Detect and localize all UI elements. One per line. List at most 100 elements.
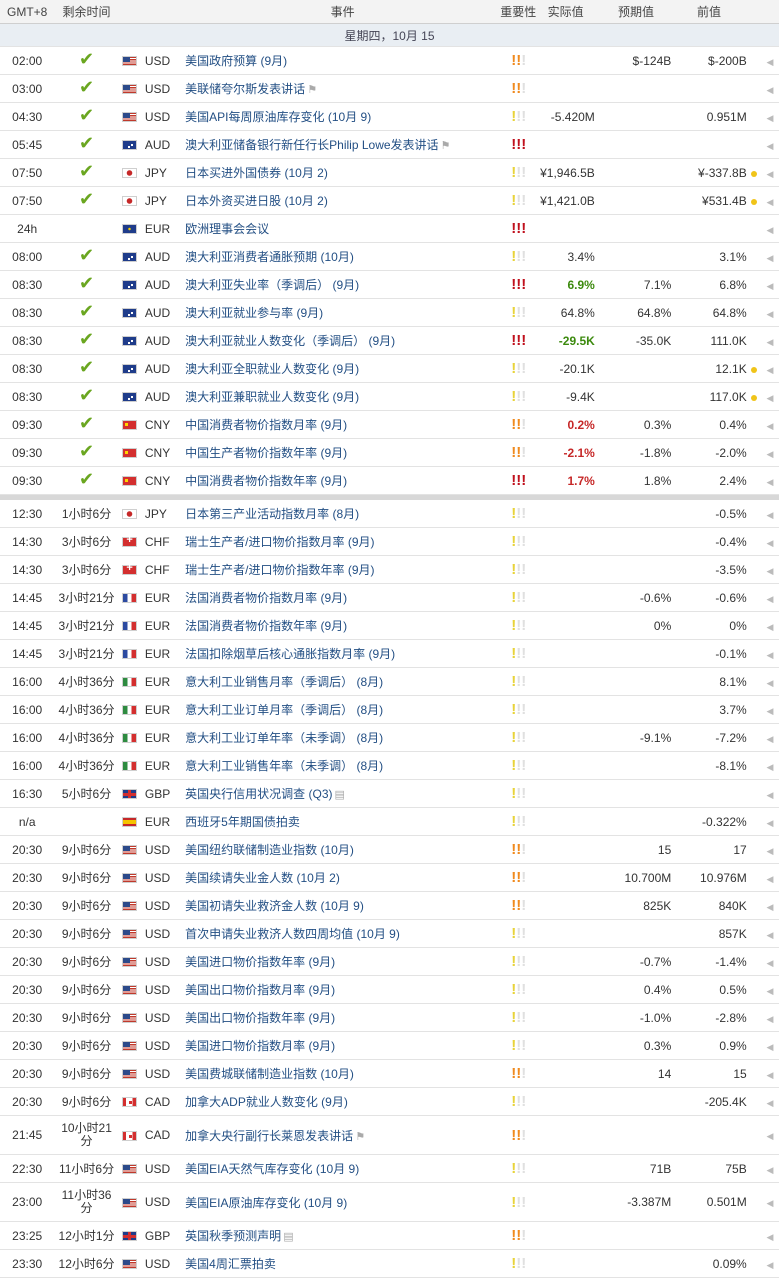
event-link[interactable]: 法国扣除烟草后核心通胀指数月率 (9月) bbox=[185, 647, 395, 661]
table-row[interactable]: 23:00 11小时36分 USD 美国EIA原油库存变化 (10月 9)!!! -3.… bbox=[0, 1182, 779, 1222]
expand-arrow-icon[interactable]: ◀ bbox=[766, 1198, 773, 1208]
expand-arrow-icon[interactable]: ◀ bbox=[766, 225, 773, 235]
event-link[interactable]: 意大利工业销售年率（未季调） (8月) bbox=[185, 759, 383, 773]
event-cell[interactable]: 法国消费者物价指数年率 (9月) bbox=[185, 611, 501, 640]
event-link[interactable]: 美国出口物价指数月率 (9月) bbox=[185, 983, 335, 997]
event-link[interactable]: 日本第三产业活动指数月率 (8月) bbox=[185, 507, 359, 521]
event-link[interactable]: 美国出口物价指数年率 (9月) bbox=[185, 1011, 335, 1025]
expand-cell[interactable]: ◀ bbox=[760, 723, 779, 752]
table-row[interactable]: 08:30 ✔ AUD 澳大利亚就业人数变化（季调后） (9月)!!! -29.5K -3… bbox=[0, 326, 779, 355]
event-link[interactable]: 意大利工业订单年率（未季调） (8月) bbox=[185, 731, 383, 745]
table-row[interactable]: 14:45 3小时21分 EUR 法国消费者物价指数月率 (9月)!!! -0.6% -0… bbox=[0, 583, 779, 612]
event-link[interactable]: 中国消费者物价指数年率 (9月) bbox=[185, 474, 347, 488]
expand-arrow-icon[interactable]: ◀ bbox=[766, 762, 773, 772]
event-link[interactable]: 加拿大央行副行长莱恩发表讲话 bbox=[185, 1129, 353, 1143]
event-cell[interactable]: 美国费城联储制造业指数 (10月) bbox=[185, 1059, 501, 1088]
event-cell[interactable]: 美国4周汇票拍卖 bbox=[185, 1249, 501, 1278]
expand-cell[interactable]: ◀ bbox=[760, 891, 779, 920]
expand-arrow-icon[interactable]: ◀ bbox=[766, 1070, 773, 1080]
event-cell[interactable]: 意大利工业订单月率（季调后） (8月) bbox=[185, 695, 501, 724]
event-cell[interactable]: 美国出口物价指数年率 (9月) bbox=[185, 1003, 501, 1032]
event-cell[interactable]: 英国央行信用状况调查 (Q3) ▤ bbox=[185, 779, 501, 808]
expand-arrow-icon[interactable]: ◀ bbox=[766, 510, 773, 520]
table-row[interactable]: 12:30 1小时6分 JPY 日本第三产业活动指数月率 (8月)!!! -0.5% ◀ bbox=[0, 500, 779, 528]
event-link[interactable]: 中国消费者物价指数月率 (9月) bbox=[185, 418, 347, 432]
event-link[interactable]: 美国初请失业救济金人数 (10月 9) bbox=[185, 899, 364, 913]
expand-cell[interactable]: ◀ bbox=[760, 242, 779, 271]
expand-arrow-icon[interactable]: ◀ bbox=[766, 477, 773, 487]
expand-cell[interactable]: ◀ bbox=[760, 835, 779, 864]
table-row[interactable]: 16:00 4小时36分 EUR 意大利工业销售月率（季调后） (8月)!!! 8.1%… bbox=[0, 667, 779, 696]
expand-arrow-icon[interactable]: ◀ bbox=[766, 790, 773, 800]
event-link[interactable]: 法国消费者物价指数年率 (9月) bbox=[185, 619, 347, 633]
expand-cell[interactable]: ◀ bbox=[760, 1003, 779, 1032]
event-link[interactable]: 意大利工业销售月率（季调后） (8月) bbox=[185, 675, 383, 689]
event-cell[interactable]: 日本第三产业活动指数月率 (8月) bbox=[185, 500, 501, 528]
expand-cell[interactable]: ◀ bbox=[760, 74, 779, 103]
table-row[interactable]: 09:30 ✔ CNY 中国消费者物价指数年率 (9月)!!! 1.7% 1.8% 2.4%… bbox=[0, 466, 779, 495]
event-link[interactable]: 法国消费者物价指数月率 (9月) bbox=[185, 591, 347, 605]
expand-arrow-icon[interactable]: ◀ bbox=[766, 449, 773, 459]
expand-cell[interactable]: ◀ bbox=[760, 975, 779, 1004]
expand-arrow-icon[interactable]: ◀ bbox=[766, 113, 773, 123]
event-cell[interactable]: 意大利工业订单年率（未季调） (8月) bbox=[185, 723, 501, 752]
event-cell[interactable]: 美国EIA原油库存变化 (10月 9) bbox=[185, 1182, 501, 1222]
expand-cell[interactable]: ◀ bbox=[760, 438, 779, 467]
expand-arrow-icon[interactable]: ◀ bbox=[766, 309, 773, 319]
event-cell[interactable]: 美国进口物价指数月率 (9月) bbox=[185, 1031, 501, 1060]
expand-cell[interactable]: ◀ bbox=[760, 186, 779, 215]
expand-cell[interactable]: ◀ bbox=[760, 1221, 779, 1250]
event-link[interactable]: 加拿大ADP就业人数变化 (9月) bbox=[185, 1095, 348, 1109]
event-cell[interactable]: 首次申请失业救济人数四周均值 (10月 9) bbox=[185, 919, 501, 948]
event-link[interactable]: 日本外资买进日股 (10月 2) bbox=[185, 194, 328, 208]
expand-arrow-icon[interactable]: ◀ bbox=[766, 1260, 773, 1270]
table-row[interactable]: 20:30 9小时6分 USD 美国出口物价指数月率 (9月)!!! 0.4% 0.5% ◀ bbox=[0, 975, 779, 1004]
table-row[interactable]: 14:30 3小时6分 CHF瑞士生产者/进口物价指数年率 (9月)!!! -3.5%… bbox=[0, 555, 779, 584]
expand-arrow-icon[interactable]: ◀ bbox=[766, 566, 773, 576]
expand-arrow-icon[interactable]: ◀ bbox=[766, 169, 773, 179]
expand-cell[interactable]: ◀ bbox=[760, 466, 779, 495]
table-row[interactable]: 16:00 4小时36分 EUR 意大利工业订单年率（未季调） (8月)!!! -9.1… bbox=[0, 723, 779, 752]
expand-cell[interactable]: ◀ bbox=[760, 583, 779, 612]
event-cell[interactable]: 澳大利亚失业率（季调后） (9月) bbox=[185, 270, 501, 299]
event-cell[interactable]: 澳大利亚储备银行新任行长Philip Lowe发表讲话 ⚑ bbox=[185, 130, 501, 159]
expand-arrow-icon[interactable]: ◀ bbox=[766, 678, 773, 688]
table-row[interactable]: 22:30 11小时6分 USD 美国EIA天然气库存变化 (10月 9)!!! 71B… bbox=[0, 1154, 779, 1183]
expand-cell[interactable]: ◀ bbox=[760, 779, 779, 808]
event-link[interactable]: 美国进口物价指数月率 (9月) bbox=[185, 1039, 335, 1053]
expand-arrow-icon[interactable]: ◀ bbox=[766, 902, 773, 912]
event-link[interactable]: 中国生产者物价指数年率 (9月) bbox=[185, 446, 347, 460]
event-cell[interactable]: 澳大利亚兼职就业人数变化 (9月) bbox=[185, 382, 501, 411]
expand-arrow-icon[interactable]: ◀ bbox=[766, 1165, 773, 1175]
event-link[interactable]: 澳大利亚消费者通胀预期 (10月) bbox=[185, 250, 354, 264]
event-cell[interactable]: 澳大利亚就业人数变化（季调后） (9月) bbox=[185, 326, 501, 355]
event-cell[interactable]: 加拿大央行副行长莱恩发表讲话 ⚑ bbox=[185, 1115, 501, 1155]
event-cell[interactable]: 意大利工业销售年率（未季调） (8月) bbox=[185, 751, 501, 780]
expand-arrow-icon[interactable]: ◀ bbox=[766, 1131, 773, 1141]
event-cell[interactable]: 意大利工业销售月率（季调后） (8月) bbox=[185, 667, 501, 696]
event-cell[interactable]: 西班牙5年期国债拍卖 bbox=[185, 807, 501, 836]
expand-cell[interactable]: ◀ bbox=[760, 1087, 779, 1116]
expand-arrow-icon[interactable]: ◀ bbox=[766, 393, 773, 403]
event-cell[interactable]: 日本买进外国债券 (10月 2) bbox=[185, 158, 501, 187]
expand-cell[interactable]: ◀ bbox=[760, 130, 779, 159]
event-link[interactable]: 英国秋季预测声明 bbox=[185, 1229, 281, 1243]
expand-cell[interactable]: ◀ bbox=[760, 1154, 779, 1183]
event-cell[interactable]: 美国API每周原油库存变化 (10月 9) bbox=[185, 102, 501, 131]
expand-arrow-icon[interactable]: ◀ bbox=[766, 930, 773, 940]
event-link[interactable]: 英国央行信用状况调查 (Q3) bbox=[185, 787, 332, 801]
event-cell[interactable]: 美国政府预算 (9月) bbox=[185, 46, 501, 75]
table-row[interactable]: 20:30 9小时6分 CAD 加拿大ADP就业人数变化 (9月)!!! -205.4K… bbox=[0, 1087, 779, 1116]
event-link[interactable]: 美国EIA天然气库存变化 (10月 9) bbox=[185, 1162, 359, 1176]
expand-cell[interactable]: ◀ bbox=[760, 354, 779, 383]
event-cell[interactable]: 日本外资买进日股 (10月 2) bbox=[185, 186, 501, 215]
event-cell[interactable]: 中国生产者物价指数年率 (9月) bbox=[185, 438, 501, 467]
event-link[interactable]: 美国进口物价指数年率 (9月) bbox=[185, 955, 335, 969]
table-row[interactable]: 20:30 9小时6分 USD 美国费城联储制造业指数 (10月)!!! 14 15 ◀ bbox=[0, 1059, 779, 1088]
table-row[interactable]: 24h EUR 欧洲理事会会议!!! ◀ bbox=[0, 214, 779, 243]
event-link[interactable]: 美国EIA原油库存变化 (10月 9) bbox=[185, 1196, 347, 1210]
event-cell[interactable]: 美国进口物价指数年率 (9月) bbox=[185, 947, 501, 976]
table-row[interactable]: 20:30 9小时6分 USD 美国纽约联储制造业指数 (10月)!!! 15 17 ◀ bbox=[0, 835, 779, 864]
expand-cell[interactable]: ◀ bbox=[760, 751, 779, 780]
expand-cell[interactable]: ◀ bbox=[760, 214, 779, 243]
